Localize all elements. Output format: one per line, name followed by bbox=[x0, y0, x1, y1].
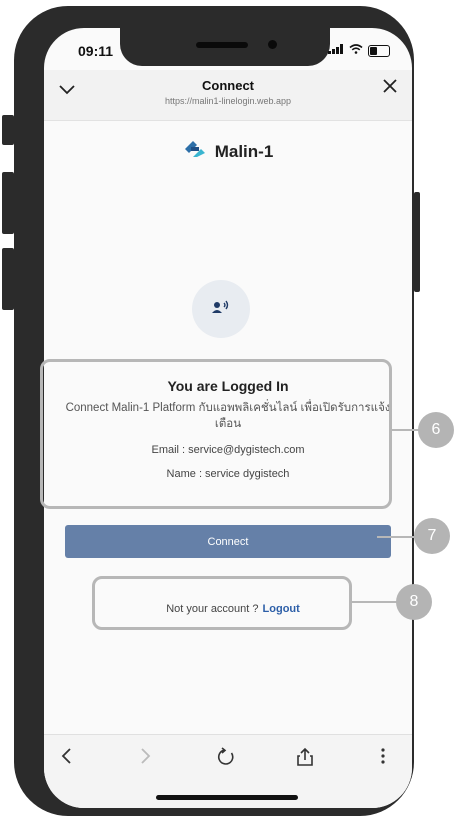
highlight-login-card bbox=[40, 359, 392, 509]
browser-header: Connect https://malin1-linelogin.web.app bbox=[44, 70, 412, 121]
reload-icon[interactable] bbox=[216, 747, 236, 773]
more-vertical-icon[interactable] bbox=[380, 747, 386, 771]
chevron-left-icon[interactable] bbox=[60, 747, 72, 771]
speaker bbox=[196, 42, 248, 48]
annotation-badge-6: 6 bbox=[418, 412, 454, 448]
close-icon[interactable] bbox=[382, 74, 398, 100]
volume-up-button bbox=[2, 172, 14, 234]
share-icon[interactable] bbox=[296, 747, 314, 773]
brand-name: Malin-1 bbox=[214, 141, 274, 161]
status-time: 09:11 bbox=[78, 43, 114, 59]
annotation-leader-7 bbox=[377, 536, 417, 538]
camera bbox=[268, 40, 277, 49]
home-indicator bbox=[156, 795, 298, 800]
volume-down-button bbox=[2, 248, 14, 310]
mute-switch bbox=[2, 115, 14, 145]
power-button bbox=[414, 192, 420, 292]
browser-toolbar bbox=[44, 734, 412, 808]
status-icons bbox=[328, 44, 390, 57]
annotation-leader-8 bbox=[352, 601, 398, 603]
page-title: Connect bbox=[202, 78, 254, 93]
notch bbox=[120, 28, 330, 66]
person-voice-icon bbox=[211, 299, 231, 320]
annotation-badge-8: 8 bbox=[396, 584, 432, 620]
connect-button[interactable]: Connect bbox=[65, 525, 391, 558]
annotation-badge-7: 7 bbox=[414, 518, 450, 554]
voice-icon-circle bbox=[192, 280, 250, 338]
chevron-right-icon[interactable] bbox=[140, 747, 152, 771]
brand: Malin-1 bbox=[44, 138, 412, 165]
battery-icon bbox=[368, 44, 390, 57]
page-url: https://malin1-linelogin.web.app bbox=[164, 96, 292, 106]
signal-icon bbox=[328, 44, 344, 57]
wifi-icon bbox=[349, 44, 363, 57]
highlight-logout-row bbox=[92, 576, 352, 630]
brand-logo-icon bbox=[183, 138, 207, 165]
